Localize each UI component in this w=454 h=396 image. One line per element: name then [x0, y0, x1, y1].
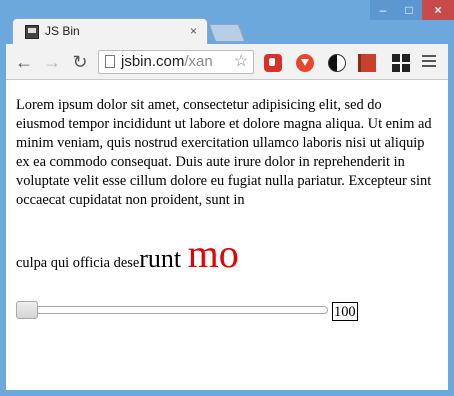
slider-thumb[interactable]	[16, 301, 38, 319]
address-bar[interactable]: jsbin.com/xan	[98, 50, 254, 74]
title-bar: JS Bin × – □ ×	[0, 0, 454, 44]
reload-icon[interactable]: ↻	[70, 52, 90, 72]
stop-extension-icon[interactable]	[264, 54, 282, 72]
forward-arrow-icon[interactable]: →	[42, 52, 62, 72]
bookmark-star-icon[interactable]: ☆	[234, 54, 248, 70]
grid-extension-icon[interactable]	[392, 54, 410, 72]
page-content: Lorem ipsum dolor sit amet, consectetur …	[6, 80, 448, 390]
browser-window: JS Bin × – □ × ← → ↻ jsbin.com/xan ☆ Lor…	[0, 0, 454, 396]
tab-title: JS Bin	[45, 24, 80, 38]
slider-track[interactable]	[16, 306, 328, 314]
new-tab-button[interactable]	[208, 24, 246, 42]
slider-value-output: 100	[332, 302, 358, 321]
book-extension-icon[interactable]	[358, 54, 376, 72]
tail-large-text: mo	[187, 231, 239, 276]
range-slider[interactable]	[16, 301, 328, 319]
page-icon	[105, 55, 115, 68]
resizing-text-line: culpa qui officia deserunt mo	[16, 230, 436, 277]
lorem-paragraph: Lorem ipsum dolor sit amet, consectetur …	[16, 97, 432, 208]
tab-js-bin[interactable]: JS Bin ×	[12, 18, 208, 44]
close-window-button[interactable]: ×	[422, 0, 454, 20]
contrast-extension-icon[interactable]	[328, 54, 346, 72]
browser-toolbar: ← → ↻ jsbin.com/xan ☆	[6, 44, 448, 80]
minimize-button[interactable]: –	[370, 0, 396, 20]
url-path: /xan	[184, 53, 213, 70]
url-host: jsbin.com	[121, 53, 185, 70]
back-arrow-icon[interactable]: ←	[14, 52, 34, 72]
jsbin-favicon-icon	[25, 25, 39, 39]
maximize-button[interactable]: □	[396, 0, 422, 20]
url-text: jsbin.com/xan	[121, 53, 213, 70]
tail-medium-text: runt	[139, 244, 188, 273]
tab-close-icon[interactable]: ×	[190, 24, 197, 38]
download-extension-icon[interactable]	[296, 54, 314, 72]
tail-small-text: culpa qui officia dese	[16, 255, 140, 271]
menu-hamburger-icon[interactable]	[422, 55, 436, 69]
